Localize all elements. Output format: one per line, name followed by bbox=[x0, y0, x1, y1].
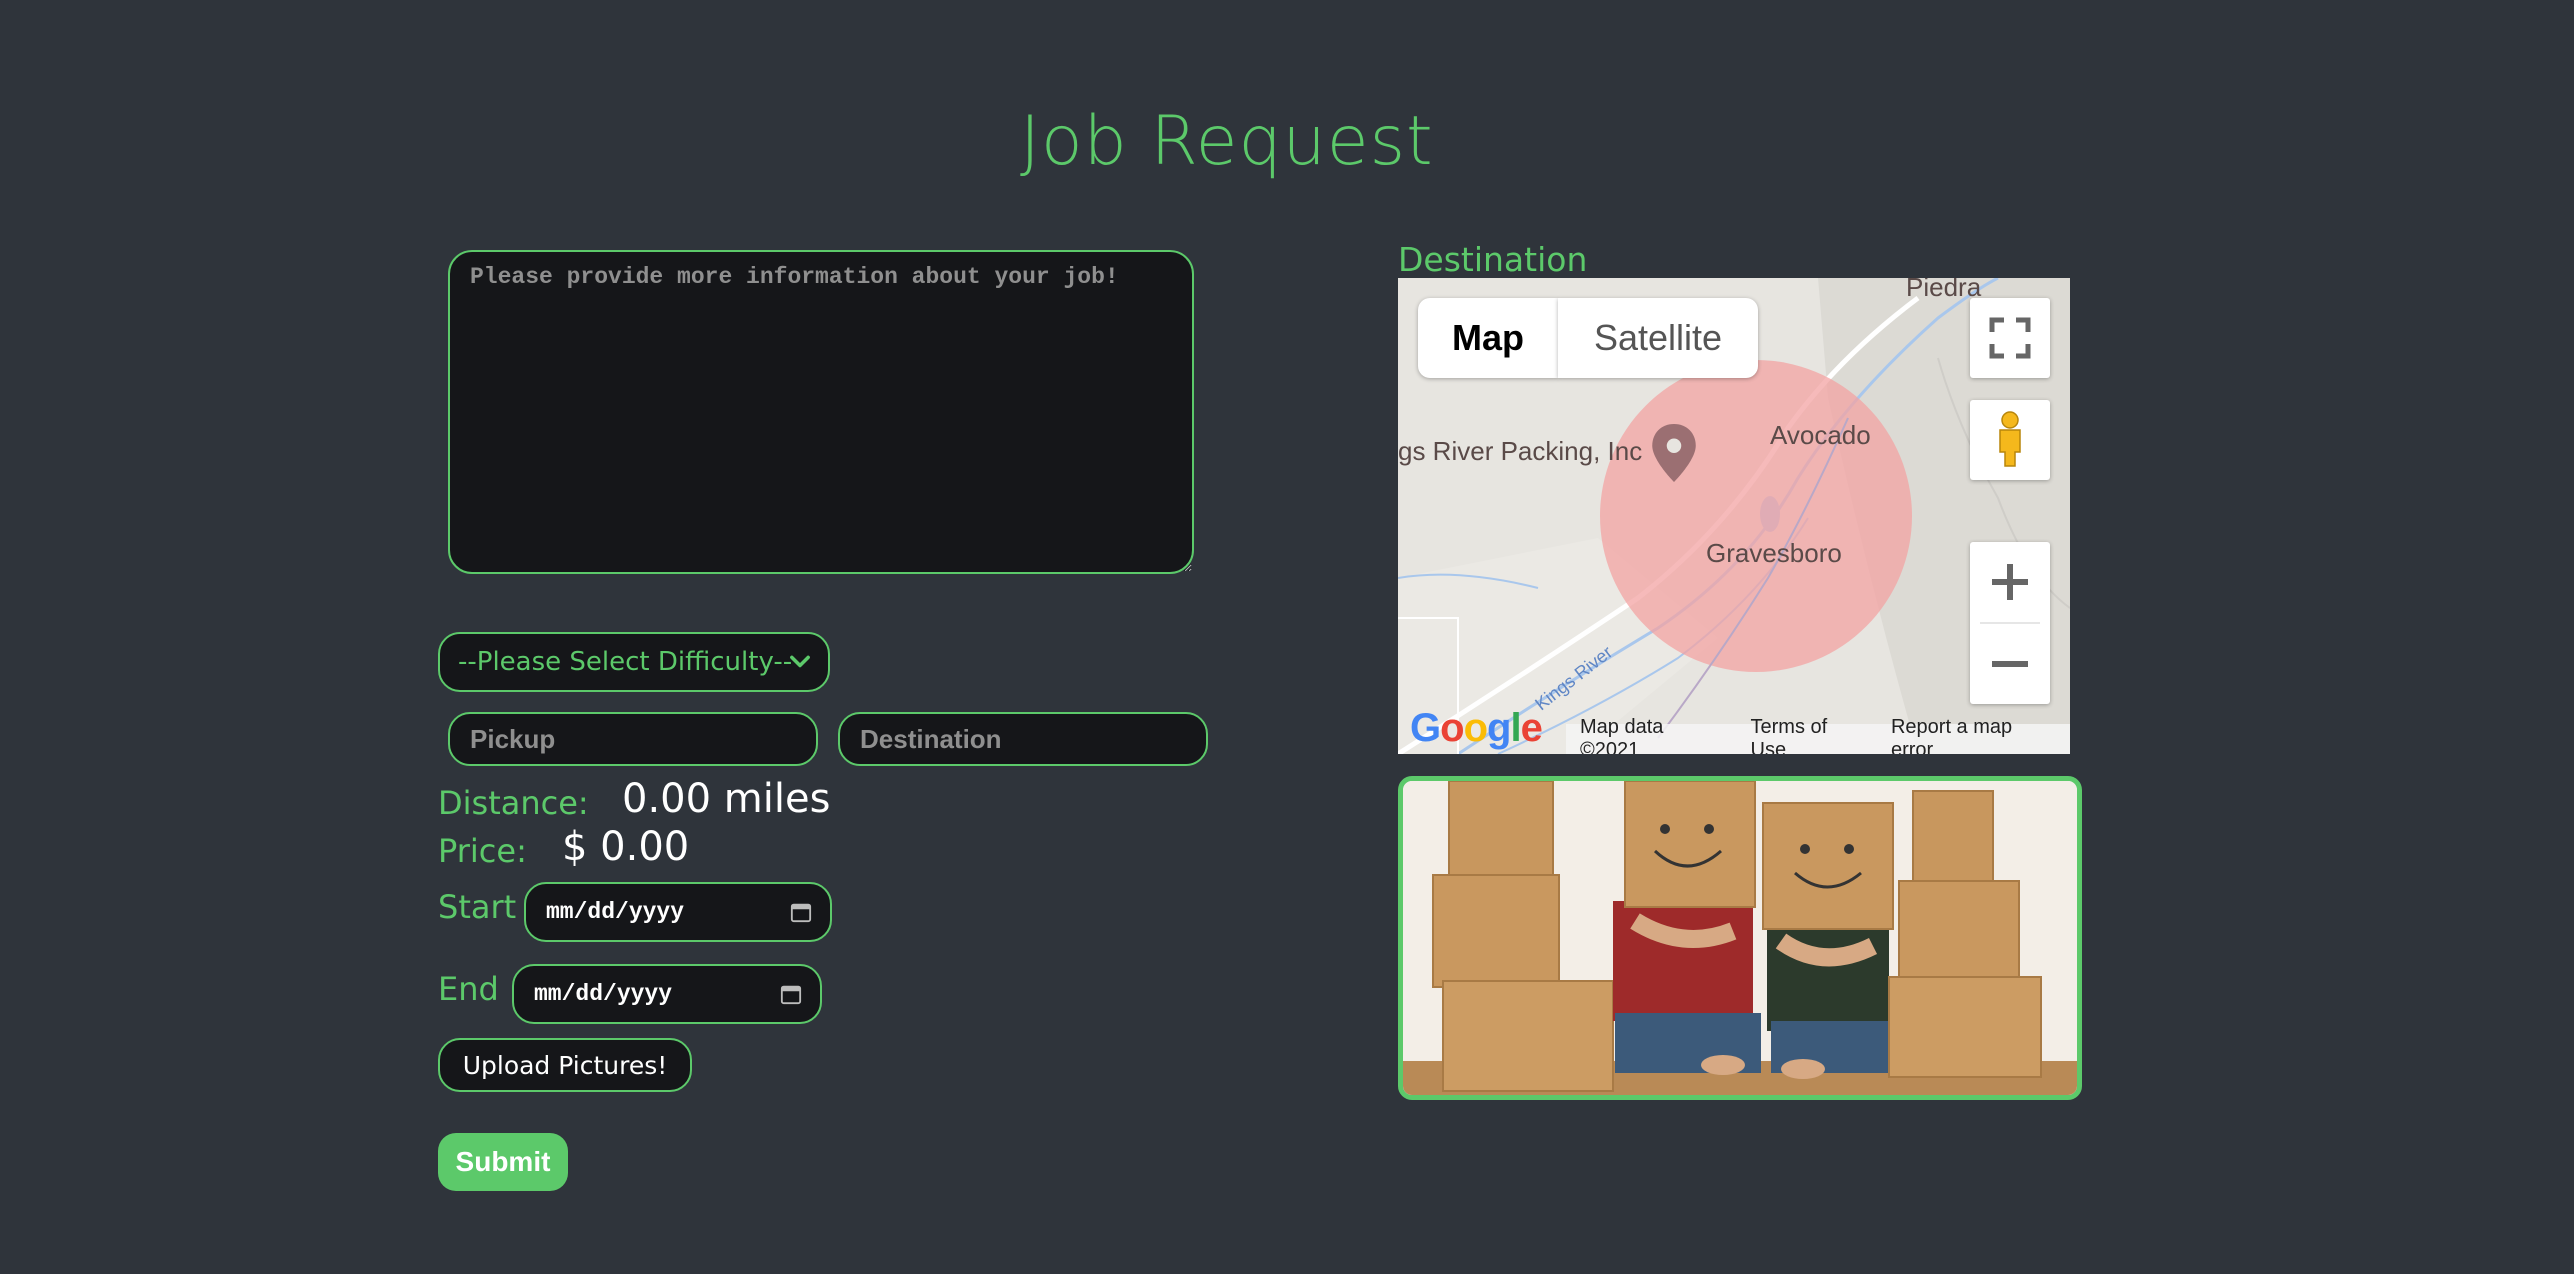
start-date-input[interactable]: mm/dd/yyyy bbox=[524, 882, 832, 942]
end-date-value: mm/dd/yyyy bbox=[534, 981, 673, 1007]
place-label: gs River Packing, Inc bbox=[1398, 436, 1643, 466]
end-date-input[interactable]: mm/dd/yyyy bbox=[512, 964, 822, 1024]
report-map-error-link[interactable]: Report a map error bbox=[1891, 716, 2058, 754]
calendar-icon[interactable] bbox=[780, 983, 802, 1005]
photo-illustration bbox=[1403, 781, 2077, 1095]
price-label: Price: bbox=[438, 832, 527, 870]
end-label: End bbox=[438, 970, 499, 1008]
google-logo: Google bbox=[1410, 706, 1543, 750]
destination-heading: Destination bbox=[1398, 240, 1588, 279]
difficulty-select-value: --Please Select Difficulty-- bbox=[458, 647, 793, 677]
destination-input[interactable] bbox=[838, 712, 1208, 766]
radius-circle bbox=[1600, 360, 1912, 672]
map-marker-icon[interactable] bbox=[1652, 424, 1696, 482]
map-type-satellite-button[interactable]: Satellite bbox=[1558, 298, 1758, 378]
distance-label: Distance: bbox=[438, 784, 589, 822]
fullscreen-button[interactable] bbox=[1970, 298, 2050, 378]
upload-pictures-button[interactable]: Upload Pictures! bbox=[438, 1038, 692, 1092]
street-view-button[interactable] bbox=[1970, 400, 2050, 480]
fullscreen-icon bbox=[1989, 317, 2031, 359]
difficulty-select[interactable]: --Please Select Difficulty-- bbox=[438, 632, 830, 692]
moving-boxes-photo bbox=[1398, 776, 2082, 1100]
plus-icon[interactable] bbox=[1970, 542, 2050, 622]
page-title: Job Request bbox=[1020, 102, 1434, 181]
map-type-map-button[interactable]: Map bbox=[1418, 298, 1558, 378]
terms-of-use-link[interactable]: Terms of Use bbox=[1751, 716, 1867, 754]
distance-value: 0.00 miles bbox=[622, 776, 831, 822]
price-value: $ 0.00 bbox=[562, 824, 690, 870]
place-label: Gravesboro bbox=[1706, 538, 1842, 568]
submit-button[interactable]: Submit bbox=[438, 1133, 568, 1191]
job-description-textarea[interactable] bbox=[448, 250, 1194, 574]
calendar-icon[interactable] bbox=[790, 901, 812, 923]
start-date-value: mm/dd/yyyy bbox=[546, 899, 685, 925]
chevron-down-icon bbox=[790, 655, 810, 668]
pickup-input[interactable] bbox=[448, 712, 818, 766]
start-label: Start bbox=[438, 888, 517, 926]
zoom-control bbox=[1970, 542, 2050, 704]
map-data-text: Map data ©2021 bbox=[1580, 716, 1664, 754]
minus-icon[interactable] bbox=[1970, 624, 2050, 704]
pegman-icon bbox=[1999, 411, 2021, 467]
map-attribution: Map data ©2021 Terms of Use Report a map… bbox=[1566, 716, 2070, 754]
destination-map[interactable]: Piedra gs River Packing, Inc Avocado Gra… bbox=[1398, 278, 2070, 754]
place-label: Avocado bbox=[1770, 420, 1871, 450]
